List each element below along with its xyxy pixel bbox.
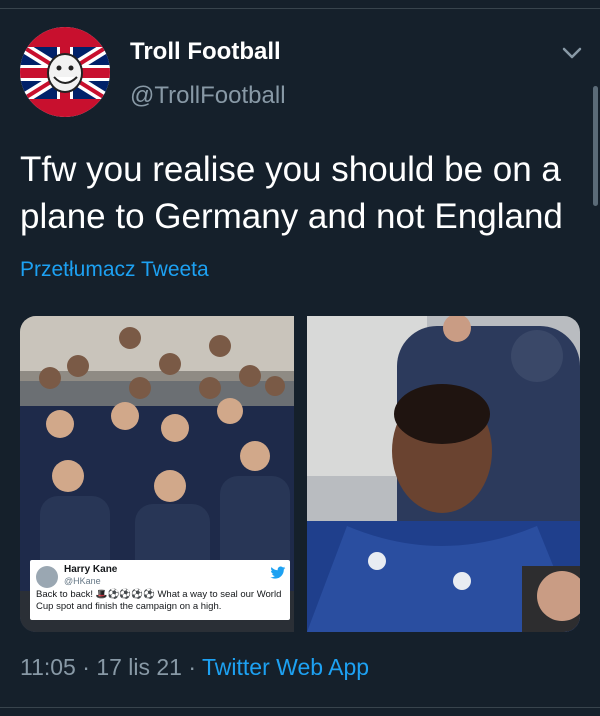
player-closeup-photo[interactable] [307, 316, 580, 632]
tweet-date[interactable]: 17 lis 21 [96, 654, 182, 680]
author-avatar[interactable] [20, 27, 110, 117]
translate-tweet-link[interactable]: Przetłumacz Tweeta [20, 258, 209, 282]
embedded-tweet-card: Harry Kane @HKane Back to back! 🎩⚽⚽⚽⚽ Wh… [30, 560, 290, 620]
embedded-author-handle: @HKane [64, 576, 101, 586]
meta-separator: · [188, 654, 197, 680]
team-plane-photo[interactable]: Harry Kane @HKane Back to back! 🎩⚽⚽⚽⚽ Wh… [20, 316, 294, 632]
chevron-down-icon[interactable] [559, 40, 585, 66]
embedded-tweet-text: Back to back! 🎩⚽⚽⚽⚽ What a way to seal o… [36, 589, 282, 612]
author-name[interactable]: Troll Football [130, 38, 281, 66]
source-app-link[interactable]: Twitter Web App [202, 654, 369, 680]
bottom-divider [0, 707, 600, 708]
player-closeup-image [307, 316, 580, 632]
top-divider [0, 8, 600, 9]
twitter-bird-icon [270, 566, 286, 579]
troll-football-logo [20, 27, 110, 117]
meta-separator: · [82, 654, 90, 680]
author-handle[interactable]: @TrollFootball [130, 82, 286, 110]
scrollbar[interactable] [593, 86, 598, 206]
tweet-time[interactable]: 11:05 [20, 654, 76, 680]
tweet-meta: 11:05 · 17 lis 21 · Twitter Web App [20, 654, 369, 681]
tweet-text: Tfw you realise you should be on a plane… [20, 150, 563, 236]
tweet-media[interactable]: Harry Kane @HKane Back to back! 🎩⚽⚽⚽⚽ Wh… [20, 316, 580, 632]
embedded-author-name: Harry Kane [64, 564, 118, 575]
avatar [36, 566, 58, 588]
